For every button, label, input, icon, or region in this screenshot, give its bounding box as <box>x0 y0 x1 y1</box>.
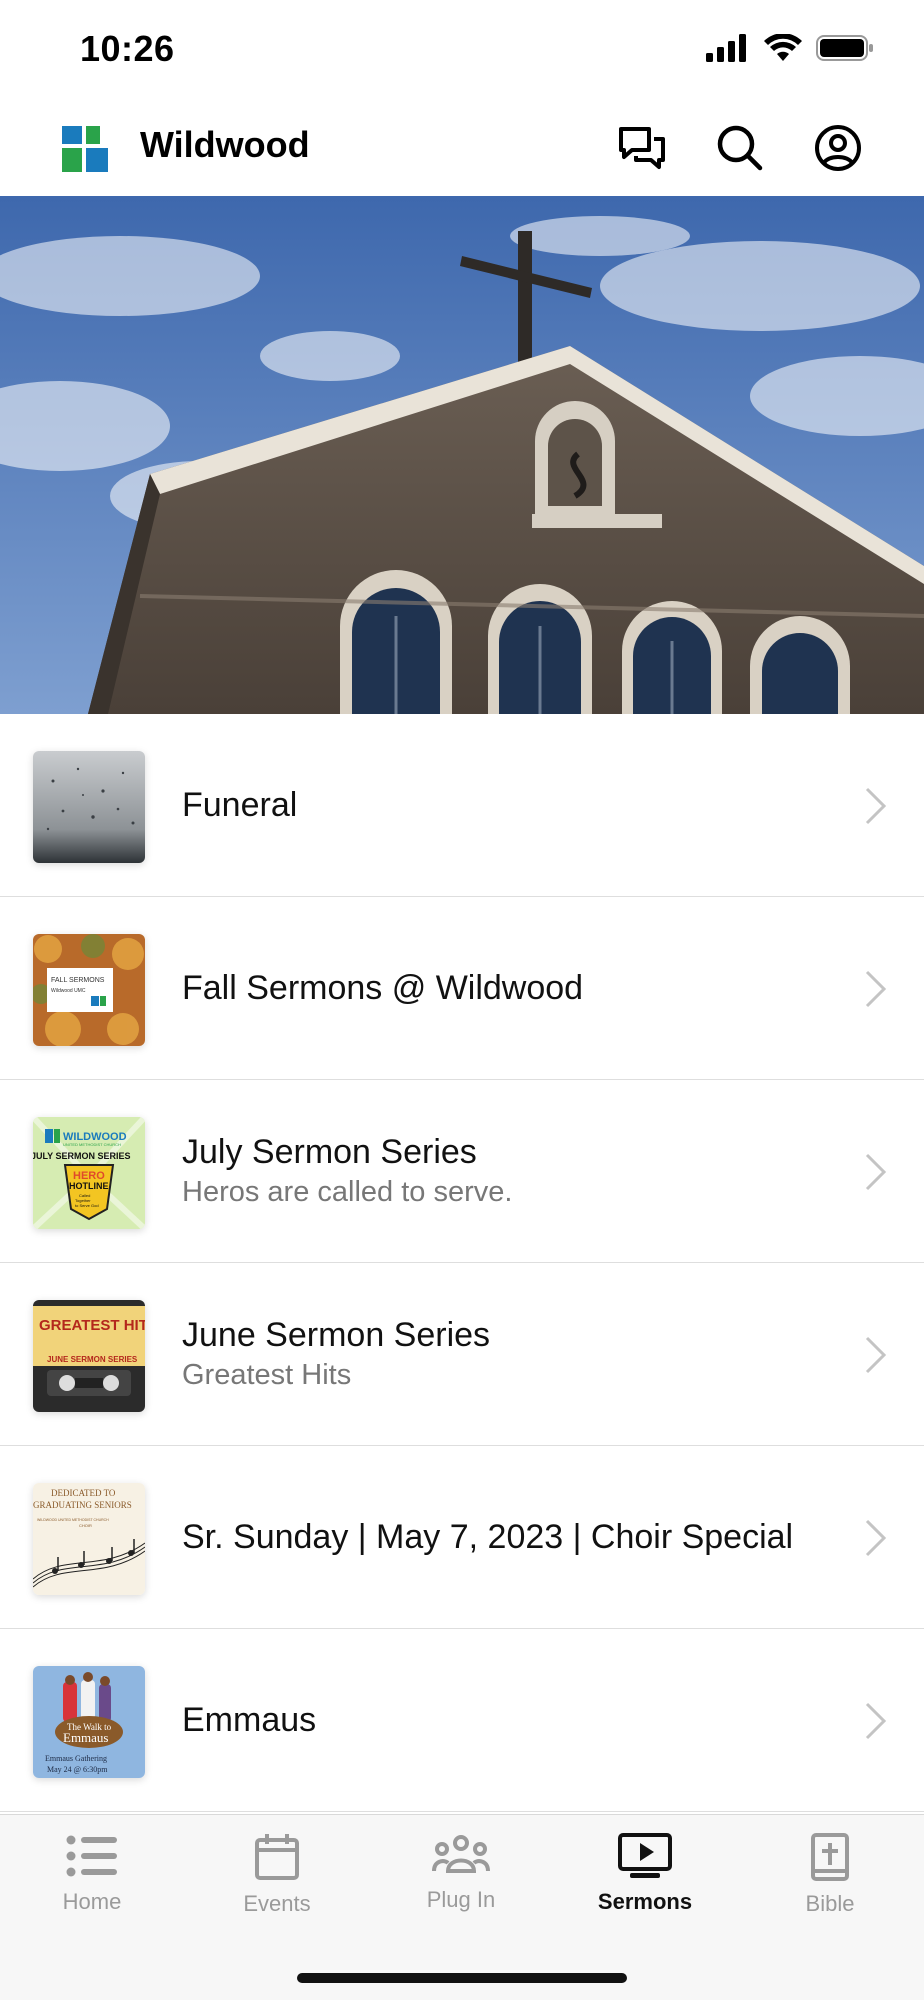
list-item[interactable]: GREATEST HITS JUNE SERMON SERIES June Se… <box>0 1263 924 1446</box>
chevron-right-icon <box>865 787 887 825</box>
calendar-icon <box>255 1834 299 1880</box>
sermon-thumbnail: The Walk to Emmaus Emmaus Gathering May … <box>33 1666 145 1778</box>
status-icons <box>706 34 874 62</box>
svg-text:to Serve God: to Serve God <box>75 1203 99 1208</box>
home-indicator <box>297 1973 627 1983</box>
list-item[interactable]: WILDWOOD UNITED METHODIST CHURCH JULY SE… <box>0 1080 924 1263</box>
account-circle-icon <box>815 125 861 171</box>
sermon-thumbnail <box>33 751 145 863</box>
tab-sermons[interactable]: Sermons <box>570 1833 720 1943</box>
sermon-thumbnail: FALL SERMONS Wildwood UMC <box>33 934 145 1046</box>
battery-icon <box>816 35 873 61</box>
chevron-right-icon <box>865 970 887 1008</box>
list-item[interactable]: DEDICATED TO GRADUATING SENIORS WILDWOOD… <box>0 1446 924 1629</box>
tab-home[interactable]: Home <box>17 1833 167 1943</box>
chat-bubbles-icon <box>619 127 665 169</box>
svg-text:Emmaus: Emmaus <box>63 1730 109 1745</box>
wifi-icon <box>764 34 802 61</box>
svg-text:WILDWOOD UNITED METHODIST CHUR: WILDWOOD UNITED METHODIST CHURCH <box>37 1518 109 1522</box>
sermon-thumbnail: DEDICATED TO GRADUATING SENIORS WILDWOOD… <box>33 1483 145 1595</box>
cellular-signal-icon <box>706 34 746 62</box>
church-logo-icon <box>62 126 108 172</box>
search-icon <box>717 125 763 171</box>
svg-text:CHOIR: CHOIR <box>79 1523 92 1528</box>
tab-label: Home <box>62 1889 122 1914</box>
sermon-subtitle: Heros are called to serve. <box>182 1176 513 1208</box>
bible-icon <box>811 1833 849 1881</box>
status-time: 10:26 <box>80 28 175 69</box>
svg-text:UNITED METHODIST CHURCH: UNITED METHODIST CHURCH <box>63 1142 121 1147</box>
tab-events[interactable]: Events <box>202 1833 352 1943</box>
messages-button[interactable] <box>614 120 670 176</box>
chevron-right-icon <box>865 1519 887 1557</box>
svg-text:May 24 @ 6:30pm: May 24 @ 6:30pm <box>47 1765 108 1774</box>
sermon-title: Funeral <box>182 785 298 824</box>
svg-text:Emmaus Gathering: Emmaus Gathering <box>45 1754 107 1763</box>
tab-label: Events <box>243 1891 311 1916</box>
sermon-series-list: Funeral FALL SERMONS Wildwood UMC Fall S… <box>0 714 924 1812</box>
list-item[interactable]: Funeral <box>0 714 924 897</box>
hero-church-image <box>0 196 924 714</box>
svg-text:GRADUATING SENIORS: GRADUATING SENIORS <box>33 1500 132 1510</box>
thumb-text: Wildwood UMC <box>51 988 86 994</box>
chevron-right-icon <box>865 1702 887 1740</box>
app-header: Wildwood <box>0 100 924 196</box>
sermon-title: July Sermon Series <box>182 1133 477 1171</box>
list-icon <box>66 1835 117 1877</box>
tab-label: Plug In <box>426 1887 496 1912</box>
profile-button[interactable] <box>810 120 866 176</box>
status-bar: 10:26 <box>0 0 924 100</box>
play-screen-icon <box>618 1833 672 1878</box>
sermon-thumbnail: GREATEST HITS JUNE SERMON SERIES <box>33 1300 145 1412</box>
svg-text:HOTLINE: HOTLINE <box>69 1181 109 1191</box>
tab-label: Sermons <box>597 1889 693 1914</box>
thumb-text: FALL SERMONS <box>51 977 105 984</box>
sermon-title: Sr. Sunday | May 7, 2023 | Choir Special <box>182 1517 794 1556</box>
sermon-title: Fall Sermons @ Wildwood <box>182 968 584 1007</box>
svg-text:JUNE SERMON SERIES: JUNE SERMON SERIES <box>47 1355 138 1364</box>
app-title: Wildwood <box>140 124 310 165</box>
svg-text:DEDICATED TO: DEDICATED TO <box>51 1488 116 1498</box>
sermon-title: Emmaus <box>182 1700 317 1739</box>
tab-label: Bible <box>805 1891 855 1916</box>
svg-text:JULY SERMON SERIES: JULY SERMON SERIES <box>33 1151 131 1161</box>
church-illustration <box>0 196 924 714</box>
search-button[interactable] <box>712 120 768 176</box>
chevron-right-icon <box>865 1336 887 1374</box>
list-item[interactable]: FALL SERMONS Wildwood UMC Fall Sermons @… <box>0 897 924 1080</box>
sermon-thumbnail: WILDWOOD UNITED METHODIST CHURCH JULY SE… <box>33 1117 145 1229</box>
sermon-subtitle: Greatest Hits <box>182 1359 352 1391</box>
group-icon <box>432 1835 490 1873</box>
tab-plug-in[interactable]: Plug In <box>386 1833 536 1943</box>
list-item[interactable]: The Walk to Emmaus Emmaus Gathering May … <box>0 1629 924 1812</box>
svg-text:GREATEST HITS: GREATEST HITS <box>39 1317 145 1334</box>
chevron-right-icon <box>865 1153 887 1191</box>
tab-bible[interactable]: Bible <box>755 1833 905 1943</box>
sermon-title: June Sermon Series <box>182 1316 491 1354</box>
